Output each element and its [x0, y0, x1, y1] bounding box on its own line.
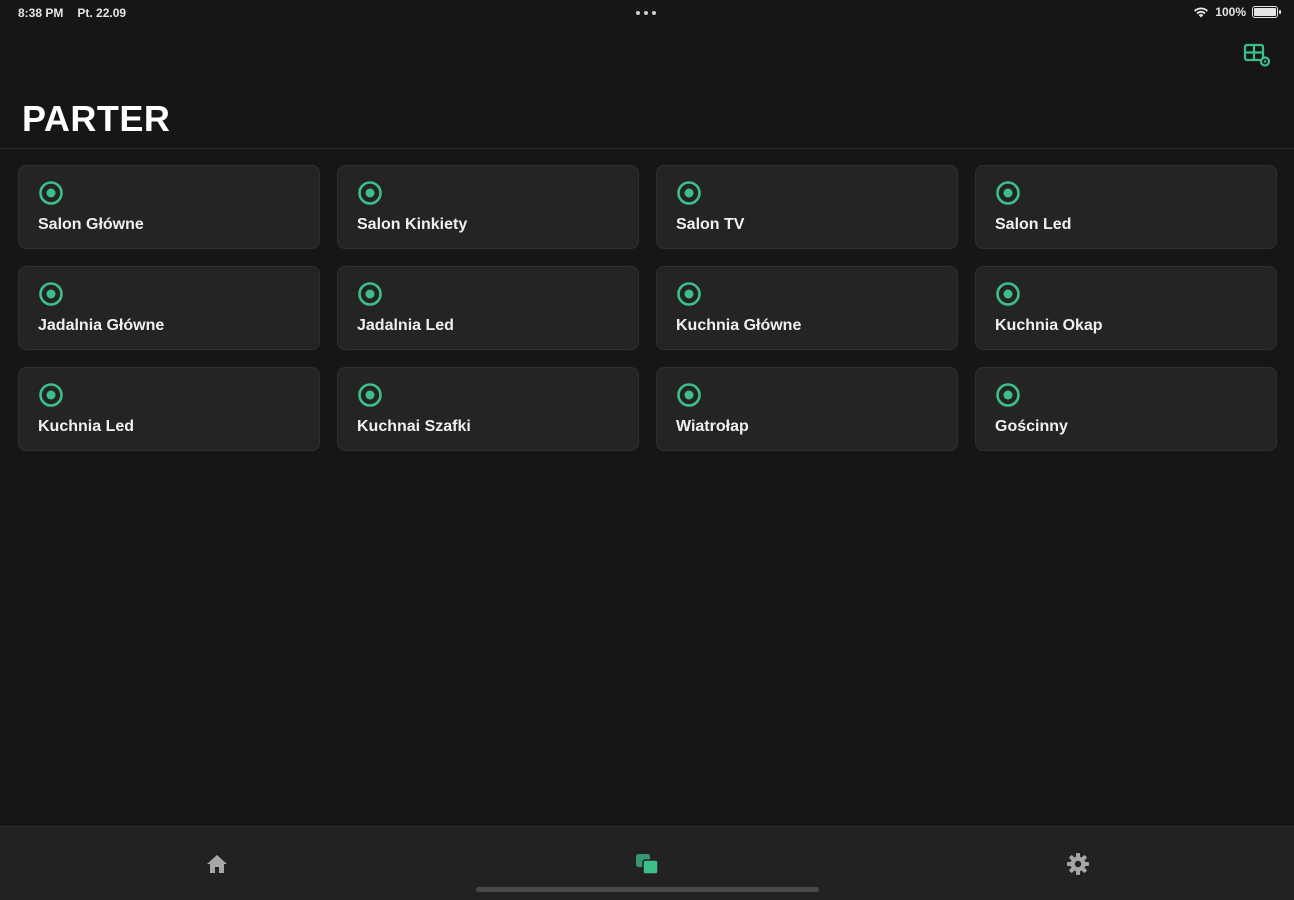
multitasking-dots-icon[interactable]: [636, 11, 656, 15]
radio-target-icon: [996, 383, 1020, 407]
tile-label: Salon Kinkiety: [357, 216, 468, 233]
radio-target-icon: [39, 181, 63, 205]
page-title: PARTER: [22, 98, 171, 139]
tile-kuchnai-szafki[interactable]: Kuchnai Szafki: [337, 367, 639, 451]
radio-target-icon: [677, 282, 701, 306]
tile-label: Salon Główne: [38, 216, 144, 233]
tile-jadalnia-glowne[interactable]: Jadalnia Główne: [18, 266, 320, 350]
nav-layers-button[interactable]: [627, 849, 667, 879]
tile-label: Wiatrołap: [676, 418, 749, 435]
tile-salon-glowne[interactable]: Salon Główne: [18, 165, 320, 249]
header-divider: [0, 148, 1294, 149]
tile-label: Jadalnia Główne: [38, 317, 165, 334]
radio-target-icon: [39, 383, 63, 407]
tile-label: Kuchnia Led: [38, 418, 135, 435]
wifi-icon: [1194, 7, 1209, 18]
radio-target-icon: [996, 181, 1020, 205]
tile-jadalnia-led[interactable]: Jadalnia Led: [337, 266, 639, 350]
radio-target-icon: [39, 282, 63, 306]
tile-salon-kinkiety[interactable]: Salon Kinkiety: [337, 165, 639, 249]
grid-settings-icon: [1243, 43, 1271, 67]
radio-target-icon: [358, 181, 382, 205]
tile-label: Gościnny: [995, 418, 1068, 435]
radio-target-icon: [358, 383, 382, 407]
tile-kuchnia-glowne[interactable]: Kuchnia Główne: [656, 266, 958, 350]
app-screen: 8:38 PM Pt. 22.09 100% PARTER Salon Głów…: [0, 0, 1294, 900]
tile-label: Kuchnia Główne: [676, 317, 802, 334]
tile-kuchnia-okap[interactable]: Kuchnia Okap: [975, 266, 1277, 350]
radio-target-icon: [677, 181, 701, 205]
status-date: Pt. 22.09: [77, 6, 127, 20]
nav-settings-button[interactable]: [1058, 849, 1098, 879]
tile-label: Jadalnia Led: [357, 317, 454, 334]
status-bar-right: 100%: [1193, 5, 1281, 19]
battery-icon: [1252, 6, 1281, 18]
tile-kuchnia-led[interactable]: Kuchnia Led: [18, 367, 320, 451]
tile-goscinny[interactable]: Gościnny: [975, 367, 1277, 451]
status-time: 8:38 PM: [18, 6, 64, 20]
tile-label: Salon TV: [676, 216, 745, 233]
tile-label: Kuchnia Okap: [995, 317, 1103, 334]
tile-salon-tv[interactable]: Salon TV: [656, 165, 958, 249]
radio-target-icon: [677, 383, 701, 407]
device-grid: Salon Główne Salon Kinkiety Salon TV Sal…: [18, 165, 1277, 451]
status-bar-left: 8:38 PM Pt. 22.09: [18, 6, 126, 20]
home-icon: [207, 855, 227, 873]
radio-target-icon: [996, 282, 1020, 306]
nav-home-button[interactable]: [197, 849, 237, 879]
gear-icon: [1067, 853, 1089, 875]
battery-percent: 100%: [1215, 5, 1246, 19]
grid-settings-button[interactable]: [1243, 42, 1273, 70]
layers-icon: [636, 854, 659, 875]
tile-salon-led[interactable]: Salon Led: [975, 165, 1277, 249]
home-indicator[interactable]: [476, 887, 819, 892]
tile-label: Salon Led: [995, 216, 1072, 233]
tile-label: Kuchnai Szafki: [357, 418, 471, 435]
tile-wiatrolap[interactable]: Wiatrołap: [656, 367, 958, 451]
bottom-nav: [0, 826, 1294, 900]
status-bar: 8:38 PM Pt. 22.09 100%: [0, 0, 1294, 28]
radio-target-icon: [358, 282, 382, 306]
